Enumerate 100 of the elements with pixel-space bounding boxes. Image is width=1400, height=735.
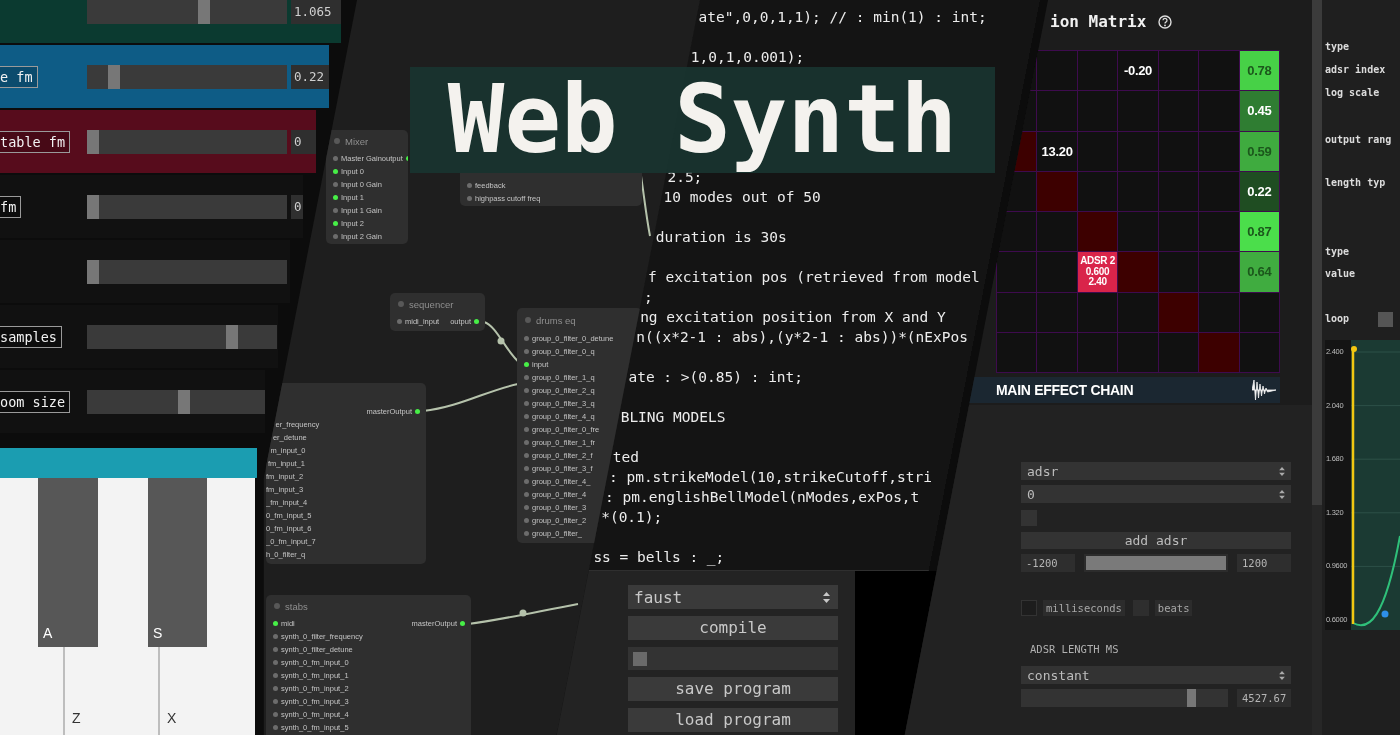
port-dot-icon[interactable]	[273, 673, 278, 678]
matrix-cell[interactable]	[1199, 332, 1240, 373]
port-dot-icon[interactable]	[524, 414, 529, 419]
slider-thumb[interactable]	[87, 194, 99, 219]
port-dot-icon[interactable]	[524, 505, 529, 510]
port-dot-icon[interactable]	[524, 362, 529, 367]
matrix-cell[interactable]	[1158, 131, 1200, 172]
matrix-cell[interactable]	[1118, 332, 1159, 373]
matrix-cell[interactable]	[1239, 332, 1280, 373]
slider-thumb[interactable]	[87, 129, 99, 154]
slider-thumb[interactable]	[225, 324, 238, 349]
port-dot-icon[interactable]	[333, 169, 338, 174]
checkbox[interactable]	[633, 651, 647, 666]
scrollbar-thumb[interactable]	[1312, 0, 1322, 505]
length-type-select[interactable]: constant	[1021, 666, 1291, 684]
matrix-cell[interactable]	[1037, 212, 1078, 253]
port-dot-icon[interactable]	[524, 479, 529, 484]
matrix-cell[interactable]	[1077, 131, 1119, 172]
port-dot-icon[interactable]	[333, 208, 338, 213]
port-dot-icon[interactable]	[524, 401, 529, 406]
matrix-cell[interactable]: -0.20	[1118, 51, 1159, 92]
min-field[interactable]: -1200	[1021, 554, 1075, 572]
port-dot-icon[interactable]	[524, 388, 529, 393]
value-field[interactable]: 0.22	[291, 64, 329, 89]
matrix-cell[interactable]	[1118, 91, 1159, 132]
port-dot-icon[interactable]	[524, 336, 529, 341]
port-dot-icon[interactable]	[524, 531, 529, 536]
envelope-point[interactable]	[1381, 610, 1389, 618]
matrix-cell[interactable]: 0.22	[1239, 171, 1280, 212]
matrix-cell[interactable]	[1199, 51, 1240, 92]
playhead-marker[interactable]	[1351, 346, 1357, 624]
matrix-cell[interactable]	[997, 332, 1038, 373]
matrix-cell[interactable]	[1118, 171, 1159, 212]
matrix-cell[interactable]	[1037, 171, 1078, 212]
matrix-cell[interactable]	[1199, 131, 1240, 172]
slider-track[interactable]	[87, 0, 287, 24]
port-dot-icon[interactable]	[333, 195, 338, 200]
matrix-cell[interactable]	[1158, 91, 1200, 132]
add-adsr-button[interactable]: add adsr	[1021, 532, 1291, 549]
scrollbar[interactable]	[1312, 0, 1322, 735]
matrix-cell[interactable]	[1118, 131, 1159, 172]
port-dot-icon[interactable]	[524, 440, 529, 445]
value-field[interactable]: 1.065	[291, 0, 341, 24]
help-icon[interactable]	[1158, 15, 1173, 29]
matrix-cell[interactable]	[1199, 252, 1240, 293]
slider-track[interactable]	[87, 194, 287, 219]
matrix-cell[interactable]	[1118, 252, 1159, 293]
max-field[interactable]: 1200	[1237, 554, 1291, 572]
port-dot-icon[interactable]	[467, 196, 472, 201]
type-select[interactable]: adsr	[1021, 462, 1291, 480]
matrix-cell[interactable]	[997, 252, 1038, 293]
slider-thumb[interactable]	[87, 259, 99, 284]
matrix-cell[interactable]	[1199, 91, 1240, 132]
matrix-cell[interactable]: 13.20	[1037, 131, 1078, 172]
port-dot-icon[interactable]	[273, 660, 278, 665]
matrix-cell[interactable]	[1158, 292, 1200, 333]
matrix-cell[interactable]	[1037, 252, 1078, 293]
matrix-cell[interactable]	[1077, 171, 1119, 212]
compile-button[interactable]: compile	[628, 616, 838, 640]
matrix-cell[interactable]: 0.87	[1239, 212, 1280, 253]
matrix-cell[interactable]	[1199, 212, 1240, 253]
port-dot-icon[interactable]	[333, 156, 338, 161]
port-dot-icon[interactable]	[415, 409, 420, 414]
value-field[interactable]: 0	[291, 194, 303, 219]
port-dot-icon[interactable]	[524, 375, 529, 380]
matrix-cell[interactable]	[1118, 212, 1159, 253]
port-dot-icon[interactable]	[273, 699, 278, 704]
slider-track[interactable]	[1021, 689, 1228, 707]
language-select[interactable]: faust	[628, 585, 838, 609]
slider-track[interactable]	[87, 389, 265, 414]
save-button[interactable]: save program	[628, 677, 838, 701]
matrix-cell[interactable]	[1158, 252, 1200, 293]
value-field[interactable]: 4527.67	[1237, 689, 1291, 707]
slider-thumb[interactable]	[197, 0, 210, 24]
matrix-cell[interactable]	[1158, 332, 1200, 373]
port-dot-icon[interactable]	[467, 183, 472, 188]
slider-track[interactable]	[87, 259, 287, 284]
slider-thumb[interactable]	[178, 389, 191, 414]
port-dot-icon[interactable]	[524, 427, 529, 432]
matrix-cell[interactable]: 0.45	[1239, 91, 1280, 132]
matrix-cell[interactable]	[1118, 292, 1159, 333]
port-dot-icon[interactable]	[524, 466, 529, 471]
piano-key[interactable]: A	[38, 478, 98, 647]
matrix-cell[interactable]	[997, 292, 1038, 333]
port-dot-icon[interactable]	[333, 182, 338, 187]
port-dot-icon[interactable]	[273, 647, 278, 652]
load-button[interactable]: load program	[628, 708, 838, 732]
slider-thumb[interactable]	[107, 64, 120, 89]
matrix-cell[interactable]	[1077, 51, 1119, 92]
matrix-cell[interactable]	[1037, 292, 1078, 333]
matrix-cell[interactable]	[1077, 91, 1119, 132]
port-dot-icon[interactable]	[524, 453, 529, 458]
value-field[interactable]: 0	[291, 129, 316, 154]
matrix-cell[interactable]	[1158, 51, 1200, 92]
matrix-cell[interactable]: 0.78	[1239, 51, 1280, 92]
matrix-cell[interactable]	[1077, 212, 1119, 253]
slider-track[interactable]	[87, 324, 277, 349]
port-dot-icon[interactable]	[273, 725, 278, 730]
index-select[interactable]: 0	[1021, 485, 1291, 503]
slider-track[interactable]	[87, 64, 287, 89]
